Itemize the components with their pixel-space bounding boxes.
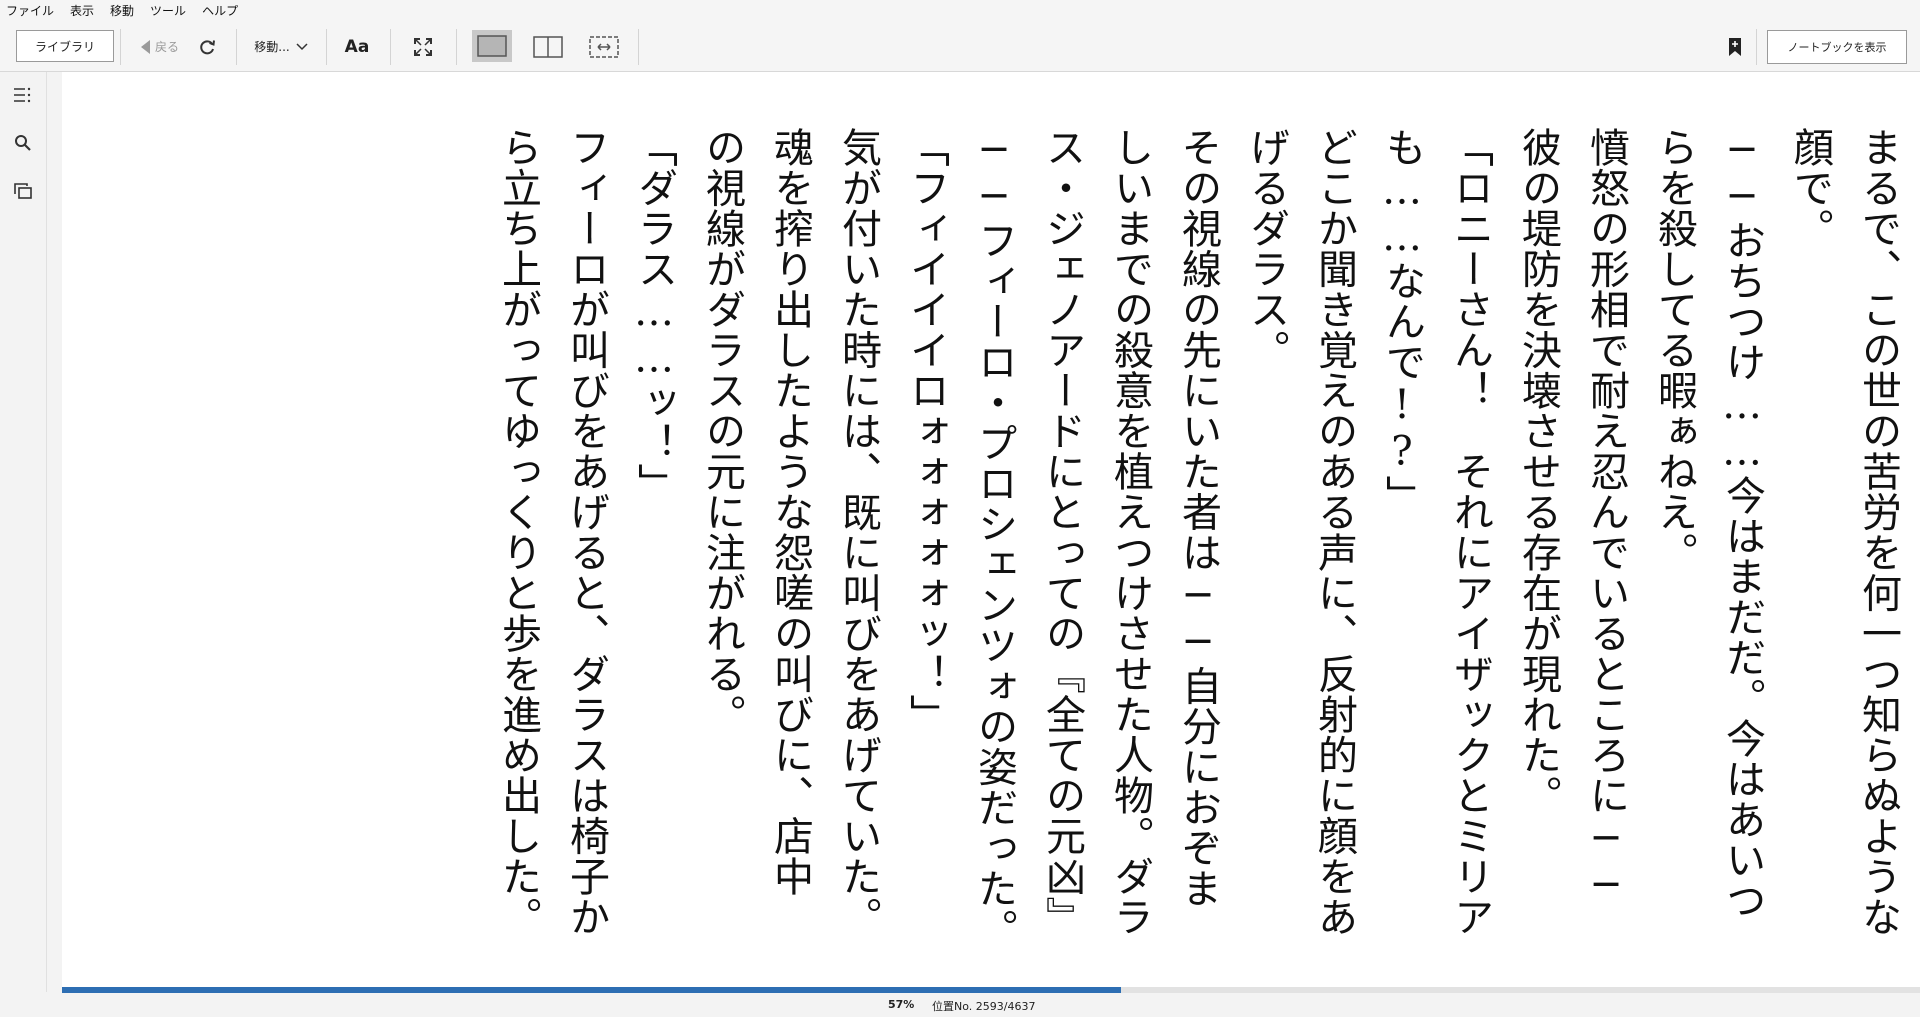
toolbar-divider (326, 29, 327, 65)
multi-page-icon (589, 35, 619, 58)
text-line: ス・ジェノアードにとっての『全ての元凶』 (1039, 127, 1085, 937)
text-line: らを殺してる暇ぁねえ。 (1651, 127, 1697, 573)
toolbar-divider (120, 29, 121, 65)
menu-bar: ファイル 表示 移動 ツール ヘルプ (0, 0, 1920, 22)
list-icon (14, 87, 31, 103)
toolbar-divider (456, 29, 457, 65)
book-page[interactable]: まるで、この世の苦労を何一つ知らぬような 顔で。 ──おちつけ……今はまだだ。今はあ… (62, 72, 1920, 987)
text-line: ら立ち上がってゆっくりと歩を進め出した。 (495, 127, 541, 937)
menu-file[interactable]: ファイル (0, 0, 62, 22)
progress-percent: 57% (888, 998, 915, 1011)
search-icon (15, 135, 31, 151)
goto-label: 移動... (254, 40, 290, 54)
text-line: まるで、この世の苦労を何一つ知らぬような (1855, 127, 1901, 937)
toolbar-divider (1756, 29, 1757, 65)
text-line: 魂を搾り出したような怨嗟の叫びに、店中 (767, 127, 813, 897)
fullscreen-button[interactable] (406, 22, 440, 71)
vertical-text-block: まるで、この世の苦労を何一つ知らぬような 顔で。 ──おちつけ……今はまだだ。今はあ… (122, 127, 1912, 967)
text-line: ──フィーロ・プロシェンツォの姿だった。 (971, 127, 1017, 949)
menu-view[interactable]: 表示 (62, 0, 102, 22)
text-line: どこか聞き覚えのある声に、反射的に顔をあ (1311, 127, 1357, 937)
chevron-down-icon (296, 42, 308, 50)
two-page-icon (533, 35, 563, 58)
refresh-icon (200, 39, 215, 54)
text-line: 「ロニーさん！ それにアイザックとミリア (1447, 127, 1493, 937)
library-button[interactable]: ライブラリ (16, 30, 114, 62)
search-button[interactable] (8, 128, 38, 158)
bookmark-icon (1729, 37, 1741, 56)
toolbar-divider (236, 29, 237, 65)
text-line: 顔で。 (1787, 127, 1833, 249)
toolbar-divider (390, 29, 391, 65)
text-line: その視線の先にいた者は──自分におぞま (1175, 127, 1221, 909)
toolbar: ライブラリ 戻る 移動... Aa ノートブックを表示 (0, 22, 1920, 72)
show-notebook-button[interactable]: ノートブックを表示 (1767, 30, 1907, 64)
menu-help[interactable]: ヘルプ (194, 0, 246, 22)
menu-tools[interactable]: ツール (142, 0, 194, 22)
text-line: ──おちつけ……今はまだだ。今はあいつ (1719, 127, 1765, 921)
text-line: 「ダラス……ッ！」 (631, 127, 677, 504)
font-settings-button[interactable]: Aa (340, 22, 374, 71)
text-line: も……なんで!?」 (1379, 127, 1425, 516)
text-line: 彼の堤防を決壊させる存在が現れた。 (1515, 127, 1561, 816)
text-line: 憤怒の形相で耐え忍んでいるところに── (1583, 127, 1629, 909)
single-page-icon (477, 35, 507, 57)
text-line: げるダラス。 (1243, 127, 1289, 370)
text-line: の視線がダラスの元に注がれる。 (699, 127, 745, 735)
location-indicator: 位置No. 2593/4637 (932, 1000, 1036, 1013)
cards-icon (14, 183, 32, 199)
menu-go[interactable]: 移動 (102, 0, 142, 22)
expand-icon (414, 37, 432, 56)
text-line: しいまでの殺意を植えつけさせた人物。ダラ (1107, 127, 1153, 937)
text-line: 気が付いた時には、既に叫びをあげていた。 (835, 127, 881, 937)
back-label: 戻る (154, 40, 179, 54)
bookmark-button[interactable] (1720, 22, 1750, 71)
back-arrow-icon (140, 39, 150, 54)
toc-button[interactable] (8, 80, 38, 110)
flashcards-button[interactable] (8, 176, 38, 206)
left-sidebar (0, 72, 47, 992)
single-page-view-button[interactable] (472, 30, 512, 62)
status-bar: 57% 位置No. 2593/4637 (0, 993, 1920, 1017)
back-button[interactable]: 戻る (124, 22, 196, 71)
toolbar-divider (638, 29, 639, 65)
scroll-view-button[interactable] (584, 22, 624, 71)
two-page-view-button[interactable] (528, 22, 568, 71)
sync-button[interactable] (190, 22, 224, 71)
text-line: 「フィイイイロォォォォォッ！」 (903, 127, 949, 735)
goto-dropdown[interactable]: 移動... (246, 22, 316, 71)
text-line: フィーロが叫びをあげると、ダラスは椅子か (563, 127, 609, 937)
